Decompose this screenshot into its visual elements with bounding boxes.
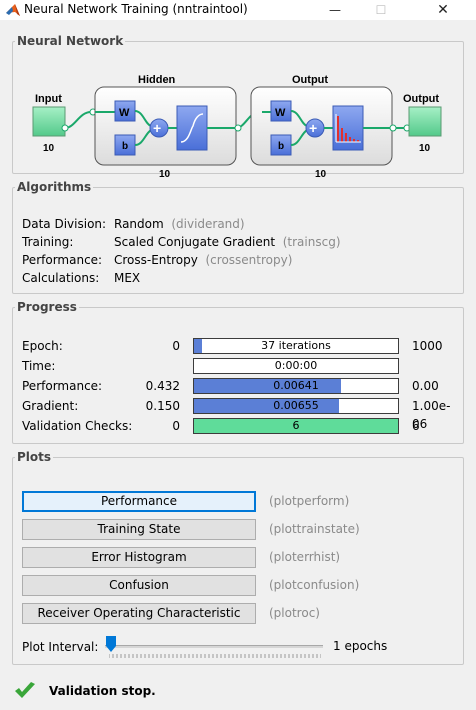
progress-bar-text: 6 bbox=[292, 419, 300, 432]
progress-end-value: 6 bbox=[412, 419, 420, 433]
algorithm-label: Data Division: bbox=[22, 217, 107, 231]
progress-bar: 0:00:00 bbox=[193, 358, 399, 374]
progress-bar-text: 37 iterations bbox=[261, 339, 331, 352]
input-label: Input bbox=[35, 93, 62, 105]
plot-function-name: (plotroc) bbox=[269, 606, 320, 620]
output-node-label: Output bbox=[403, 93, 439, 105]
progress-legend: Progress bbox=[17, 300, 77, 314]
progress-bar-text: 0:00:00 bbox=[274, 359, 318, 372]
confusion-plot-button[interactable]: Confusion bbox=[22, 575, 256, 596]
plot-interval-slider-thumb[interactable] bbox=[106, 636, 116, 652]
progress-start-value: 0.150 bbox=[145, 399, 180, 413]
progress-row-epoch: Epoch: 0 37 iterations 1000 bbox=[22, 337, 462, 355]
progress-start-value: 0 bbox=[172, 419, 180, 433]
progress-label: Gradient: bbox=[22, 399, 79, 413]
progress-label: Time: bbox=[22, 359, 56, 373]
neural-network-panel: Neural Network Input 10 Hidden W b + 10 … bbox=[12, 34, 464, 180]
progress-label: Validation Checks: bbox=[22, 419, 133, 433]
progress-row-gradient: Gradient: 0.150 0.00655 1.00e-06 bbox=[22, 397, 462, 431]
algorithm-value: Scaled Conjugate Gradient (trainscg) bbox=[114, 235, 341, 249]
hidden-weight-label: W bbox=[119, 107, 130, 119]
plot-function-name: (plotperform) bbox=[269, 494, 350, 508]
output-weight-label: W bbox=[275, 107, 286, 119]
matlab-logo-icon bbox=[6, 4, 20, 16]
output-node bbox=[408, 106, 442, 137]
algorithm-value: MEX bbox=[114, 271, 141, 285]
progress-bar: 37 iterations bbox=[193, 338, 399, 354]
minimize-button[interactable]: — bbox=[312, 0, 358, 20]
hidden-size: 10 bbox=[159, 169, 171, 180]
performance-plot-button[interactable]: Performance bbox=[22, 491, 256, 512]
plot-interval-value: 1 epochs bbox=[333, 639, 388, 653]
hidden-bias-label: b bbox=[122, 141, 128, 152]
progress-row-time: Time: 0:00:00 bbox=[22, 357, 462, 375]
plot-interval-label: Plot Interval: bbox=[22, 640, 99, 654]
output-size: 10 bbox=[315, 169, 327, 180]
plot-interval-track[interactable] bbox=[105, 645, 323, 648]
algorithm-value: Random (dividerand) bbox=[114, 217, 245, 231]
plot-function-name: (plotconfusion) bbox=[269, 578, 360, 592]
roc-plot-button[interactable]: Receiver Operating Characteristic bbox=[22, 603, 256, 624]
output-title: Output bbox=[292, 74, 328, 86]
checkmark-icon bbox=[15, 682, 35, 698]
progress-label: Performance: bbox=[22, 379, 103, 393]
algorithm-label: Performance: bbox=[22, 253, 103, 267]
output-plus: + bbox=[309, 120, 317, 136]
input-node bbox=[32, 106, 66, 137]
progress-start-value: 0 bbox=[172, 339, 180, 353]
progress-start-value: 0.432 bbox=[145, 379, 180, 393]
algorithm-label: Training: bbox=[22, 235, 74, 249]
progress-row-performance: Performance: 0.432 0.00641 0.00 bbox=[22, 377, 462, 395]
window-title: Neural Network Training (nntraintool) bbox=[24, 2, 248, 16]
maximize-button[interactable]: ☐ bbox=[358, 0, 404, 20]
plot-function-name: (plottrainstate) bbox=[269, 522, 360, 536]
progress-bar: 6 bbox=[193, 418, 399, 434]
plot-interval-ticks bbox=[109, 654, 321, 658]
progress-end-value: 1000 bbox=[412, 339, 443, 353]
progress-label: Epoch: bbox=[22, 339, 63, 353]
algorithms-panel: Algorithms Data Division: Random (divide… bbox=[12, 180, 464, 294]
algorithm-label: Calculations: bbox=[22, 271, 100, 285]
network-diagram: Input 10 Hidden W b + 10 Output W b + 10… bbox=[32, 74, 442, 180]
neural-network-legend: Neural Network bbox=[17, 34, 124, 48]
status-text: Validation stop. bbox=[49, 684, 156, 698]
progress-panel: Progress Epoch: 0 37 iterations 1000 Tim… bbox=[12, 300, 464, 444]
error-histogram-plot-button[interactable]: Error Histogram bbox=[22, 547, 256, 568]
training-state-plot-button[interactable]: Training State bbox=[22, 519, 256, 540]
progress-bar-text: 0.00641 bbox=[273, 379, 319, 392]
title-bar: Neural Network Training (nntraintool) — … bbox=[0, 0, 476, 20]
algorithm-value: Cross-Entropy (crossentropy) bbox=[114, 253, 293, 267]
hidden-title: Hidden bbox=[138, 74, 176, 86]
progress-bar-text: 0.00655 bbox=[273, 399, 319, 412]
plot-function-name: (ploterrhist) bbox=[269, 550, 341, 564]
input-size: 10 bbox=[43, 143, 55, 154]
hidden-plus: + bbox=[153, 120, 161, 136]
output-node-size: 10 bbox=[419, 143, 431, 154]
plots-legend: Plots bbox=[17, 450, 52, 464]
close-button[interactable]: ✕ bbox=[420, 0, 466, 20]
plots-panel: Plots Performance (plotperform) Training… bbox=[12, 450, 464, 665]
output-bias-label: b bbox=[278, 141, 284, 152]
progress-bar: 0.00655 bbox=[193, 398, 399, 414]
progress-row-validation-checks: Validation Checks: 0 6 6 bbox=[22, 417, 462, 435]
progress-end-value: 0.00 bbox=[412, 379, 439, 393]
progress-bar: 0.00641 bbox=[193, 378, 399, 394]
algorithms-legend: Algorithms bbox=[17, 180, 92, 194]
